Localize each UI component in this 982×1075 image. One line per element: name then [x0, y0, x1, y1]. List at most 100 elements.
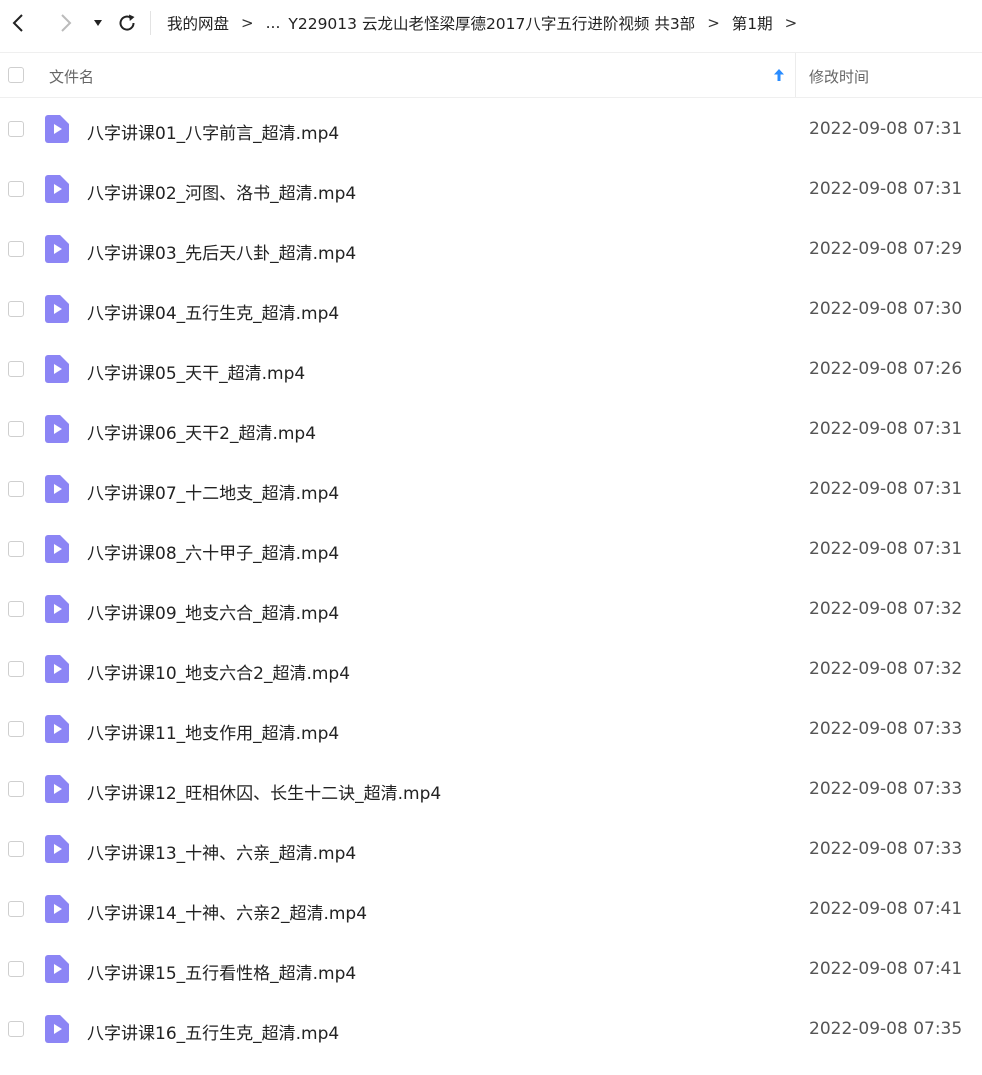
file-checkbox[interactable] — [8, 721, 24, 737]
file-modified-time: 2022-09-08 07:32 — [809, 659, 963, 679]
file-checkbox[interactable] — [8, 361, 24, 377]
file-checkbox[interactable] — [8, 961, 24, 977]
file-name[interactable]: 八字讲课02_河图、洛书_超清.mp4 — [87, 179, 356, 204]
file-name[interactable]: 八字讲课05_天干_超清.mp4 — [87, 359, 305, 384]
select-all-checkbox[interactable] — [8, 67, 24, 83]
file-modified-time: 2022-09-08 07:33 — [809, 719, 963, 739]
video-file-icon — [45, 655, 69, 683]
file-modified-time: 2022-09-08 07:32 — [809, 599, 963, 619]
breadcrumb-separator: > — [707, 14, 720, 32]
breadcrumb-item-folder[interactable]: Y229013 云龙山老怪梁厚德2017八字五行进阶视频 共3部 — [288, 12, 695, 34]
chevron-right-icon — [61, 14, 72, 32]
file-modified-time: 2022-09-08 07:35 — [809, 1019, 963, 1039]
video-file-icon — [45, 955, 69, 983]
column-resize-handle[interactable] — [795, 53, 796, 97]
file-modified-time: 2022-09-08 07:31 — [809, 119, 963, 139]
file-row[interactable]: 八字讲课05_天干_超清.mp4 2022-09-08 07:26 — [0, 339, 982, 399]
file-checkbox[interactable] — [8, 301, 24, 317]
file-row[interactable]: 八字讲课12_旺相休囚、长生十二诀_超清.mp4 2022-09-08 07:3… — [0, 759, 982, 819]
video-file-icon — [45, 175, 69, 203]
file-row[interactable]: 八字讲课08_六十甲子_超清.mp4 2022-09-08 07:31 — [0, 519, 982, 579]
file-checkbox[interactable] — [8, 541, 24, 557]
file-row[interactable]: 八字讲课16_五行生克_超清.mp4 2022-09-08 07:35 — [0, 999, 982, 1059]
video-file-icon — [45, 895, 69, 923]
file-row[interactable]: 八字讲课10_地支六合2_超清.mp4 2022-09-08 07:32 — [0, 639, 982, 699]
file-modified-time: 2022-09-08 07:41 — [809, 959, 963, 979]
arrow-up-icon[interactable] — [773, 68, 785, 82]
file-name[interactable]: 八字讲课08_六十甲子_超清.mp4 — [87, 539, 339, 564]
file-name[interactable]: 八字讲课15_五行看性格_超清.mp4 — [87, 959, 356, 984]
file-modified-time: 2022-09-08 07:31 — [809, 179, 963, 199]
file-checkbox[interactable] — [8, 241, 24, 257]
file-checkbox[interactable] — [8, 421, 24, 437]
file-checkbox[interactable] — [8, 901, 24, 917]
video-file-icon — [45, 835, 69, 863]
file-modified-time: 2022-09-08 07:33 — [809, 839, 963, 859]
file-checkbox[interactable] — [8, 181, 24, 197]
file-row[interactable]: 八字讲课02_河图、洛书_超清.mp4 2022-09-08 07:31 — [0, 159, 982, 219]
file-checkbox[interactable] — [8, 481, 24, 497]
breadcrumb-item-ellipsis[interactable]: ... — [266, 14, 281, 32]
file-checkbox[interactable] — [8, 1021, 24, 1037]
breadcrumb-item-root[interactable]: 我的网盘 — [167, 12, 229, 34]
file-name[interactable]: 八字讲课06_天干2_超清.mp4 — [87, 419, 316, 444]
file-name[interactable]: 八字讲课13_十神、六亲_超清.mp4 — [87, 839, 356, 864]
toolbar-divider — [150, 11, 151, 35]
file-modified-time: 2022-09-08 07:31 — [809, 539, 963, 559]
file-row[interactable]: 八字讲课06_天干2_超清.mp4 2022-09-08 07:31 — [0, 399, 982, 459]
file-name[interactable]: 八字讲课12_旺相休囚、长生十二诀_超清.mp4 — [87, 779, 441, 804]
file-name[interactable]: 八字讲课09_地支六合_超清.mp4 — [87, 599, 339, 624]
file-row[interactable]: 八字讲课15_五行看性格_超清.mp4 2022-09-08 07:41 — [0, 939, 982, 999]
column-header-modified[interactable]: 修改时间 — [809, 66, 869, 87]
file-checkbox[interactable] — [8, 781, 24, 797]
navigation-bar: 我的网盘 > ... Y229013 云龙山老怪梁厚德2017八字五行进阶视频 … — [0, 0, 982, 46]
video-file-icon — [45, 475, 69, 503]
refresh-button[interactable] — [114, 0, 140, 46]
file-name[interactable]: 八字讲课16_五行生克_超清.mp4 — [87, 1019, 339, 1044]
file-name[interactable]: 八字讲课07_十二地支_超清.mp4 — [87, 479, 339, 504]
video-file-icon — [45, 1015, 69, 1043]
chevron-left-icon — [12, 14, 23, 32]
file-modified-time: 2022-09-08 07:41 — [809, 899, 963, 919]
file-row[interactable]: 八字讲课03_先后天八卦_超清.mp4 2022-09-08 07:29 — [0, 219, 982, 279]
file-checkbox[interactable] — [8, 841, 24, 857]
file-name[interactable]: 八字讲课03_先后天八卦_超清.mp4 — [87, 239, 356, 264]
file-modified-time: 2022-09-08 07:26 — [809, 359, 963, 379]
file-name[interactable]: 八字讲课14_十神、六亲2_超清.mp4 — [87, 899, 367, 924]
breadcrumb-item-current[interactable]: 第1期 — [732, 12, 773, 34]
file-checkbox[interactable] — [8, 601, 24, 617]
file-row[interactable]: 八字讲课01_八字前言_超清.mp4 2022-09-08 07:31 — [0, 99, 982, 159]
breadcrumb-separator: > — [241, 14, 254, 32]
file-modified-time: 2022-09-08 07:33 — [809, 779, 963, 799]
video-file-icon — [45, 595, 69, 623]
forward-button[interactable] — [46, 0, 86, 46]
file-row[interactable]: 八字讲课13_十神、六亲_超清.mp4 2022-09-08 07:33 — [0, 819, 982, 879]
breadcrumb-separator: > — [784, 14, 798, 32]
file-name[interactable]: 八字讲课04_五行生克_超清.mp4 — [87, 299, 339, 324]
file-row[interactable]: 八字讲课11_地支作用_超清.mp4 2022-09-08 07:33 — [0, 699, 982, 759]
file-name[interactable]: 八字讲课01_八字前言_超清.mp4 — [87, 119, 339, 144]
back-button[interactable] — [0, 0, 36, 46]
video-file-icon — [45, 715, 69, 743]
file-modified-time: 2022-09-08 07:31 — [809, 419, 963, 439]
file-row[interactable]: 八字讲课04_五行生克_超清.mp4 2022-09-08 07:30 — [0, 279, 982, 339]
file-checkbox[interactable] — [8, 121, 24, 137]
file-name[interactable]: 八字讲课11_地支作用_超清.mp4 — [87, 719, 339, 744]
file-name[interactable]: 八字讲课10_地支六合2_超清.mp4 — [87, 659, 350, 684]
history-dropdown-button[interactable] — [90, 0, 106, 46]
video-file-icon — [45, 235, 69, 263]
file-modified-time: 2022-09-08 07:31 — [809, 479, 963, 499]
file-checkbox[interactable] — [8, 661, 24, 677]
file-modified-time: 2022-09-08 07:30 — [809, 299, 963, 319]
video-file-icon — [45, 535, 69, 563]
file-list: 八字讲课01_八字前言_超清.mp4 2022-09-08 07:31 八字讲课… — [0, 99, 982, 1059]
file-list-header: 文件名 修改时间 — [0, 52, 982, 98]
video-file-icon — [45, 775, 69, 803]
file-row[interactable]: 八字讲课09_地支六合_超清.mp4 2022-09-08 07:32 — [0, 579, 982, 639]
column-header-name[interactable]: 文件名 — [49, 66, 94, 87]
file-row[interactable]: 八字讲课07_十二地支_超清.mp4 2022-09-08 07:31 — [0, 459, 982, 519]
caret-down-icon — [94, 20, 102, 26]
file-modified-time: 2022-09-08 07:29 — [809, 239, 963, 259]
video-file-icon — [45, 115, 69, 143]
file-row[interactable]: 八字讲课14_十神、六亲2_超清.mp4 2022-09-08 07:41 — [0, 879, 982, 939]
